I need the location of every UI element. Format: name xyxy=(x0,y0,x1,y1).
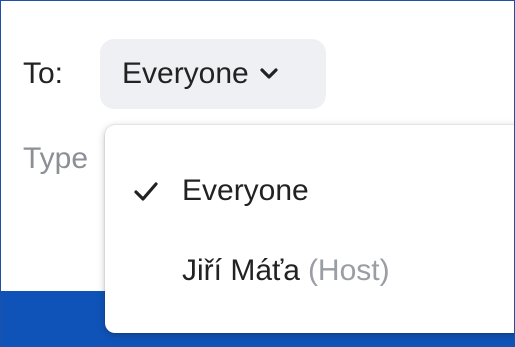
check-icon xyxy=(131,176,161,206)
chat-panel: To: Everyone Everyone Jiří Máťa(Host) xyxy=(0,0,515,347)
message-input[interactable] xyxy=(23,139,113,179)
recipient-select[interactable]: Everyone xyxy=(100,39,326,109)
menu-item-everyone[interactable]: Everyone xyxy=(105,161,514,221)
menu-item-host[interactable]: Jiří Máťa (Host) xyxy=(105,241,514,301)
menu-item-label: Jiří Máťa (Host) xyxy=(182,254,390,287)
recipient-select-value: Everyone xyxy=(122,57,249,90)
menu-item-label: Everyone xyxy=(182,174,309,207)
to-label: To: xyxy=(23,57,64,90)
recipient-dropdown-menu: Everyone Jiří Máťa (Host) xyxy=(105,125,514,333)
host-tag: (Host) xyxy=(307,254,390,287)
chevron-down-icon xyxy=(259,67,279,81)
